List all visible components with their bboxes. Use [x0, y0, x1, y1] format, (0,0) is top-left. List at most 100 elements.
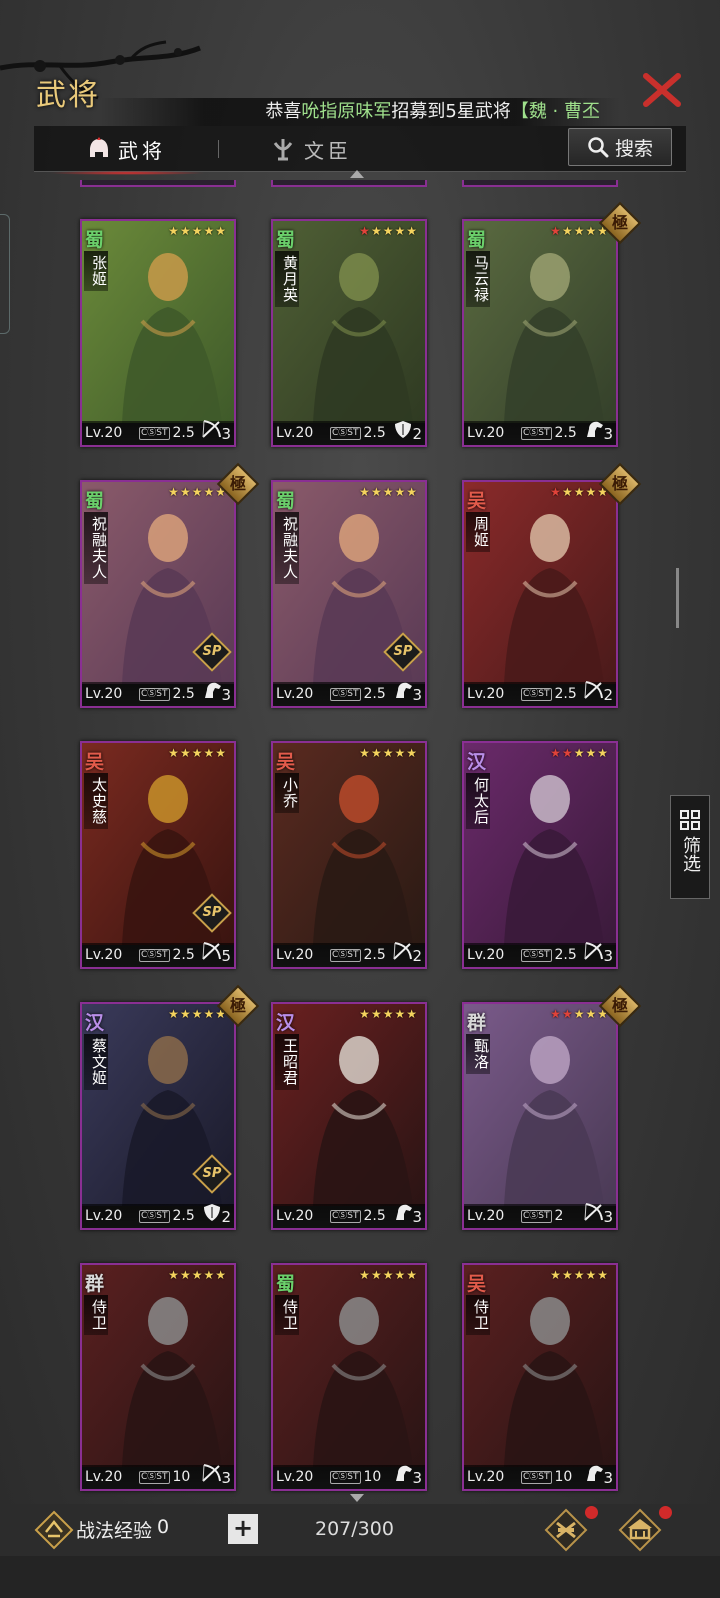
troop-type: 3	[392, 1463, 422, 1487]
star-rating: ★ ★ ★ ★ ★	[359, 225, 417, 237]
star-icon: ★	[179, 1268, 191, 1282]
general-card[interactable]: 吴 太史慈 ★ ★ ★ ★ ★ Lv.20 CⓈST 2.5 5 SP	[80, 741, 236, 969]
troop-count: 3	[412, 1469, 422, 1487]
tactic-exp-value: 0	[157, 1516, 170, 1538]
star-icon: ★	[561, 224, 573, 238]
general-card[interactable]: 吴 周姬 ★ ★ ★ ★ ★ Lv.20 CⓈST 2.5 2	[462, 480, 618, 708]
barracks-button[interactable]	[618, 1508, 662, 1552]
star-icon: ★	[168, 485, 179, 499]
general-name: 祝融夫人	[275, 512, 299, 584]
bow-icon	[392, 941, 414, 965]
horse-icon	[392, 1202, 414, 1226]
level-label: Lv.20	[276, 686, 314, 702]
troop-count: 3	[603, 947, 613, 965]
grid-icon	[680, 810, 700, 830]
cost-label: CⓈST	[521, 426, 552, 440]
general-card[interactable]: 吴 侍卫 ★ ★ ★ ★ ★ Lv.20 CⓈST 10 3	[462, 1263, 618, 1491]
faction-label: 蜀	[85, 229, 105, 251]
partial-card[interactable]	[271, 180, 427, 187]
general-card[interactable]: 蜀 马云禄 ★ ★ ★ ★ ★ Lv.20 CⓈST 2.5 3	[462, 219, 618, 447]
scholar-icon	[273, 139, 293, 161]
cost-value: 2.5	[172, 686, 195, 702]
notice-bracket: 【	[510, 101, 529, 122]
troop-count: 2	[221, 1208, 231, 1226]
troop-type: 3	[583, 1202, 613, 1226]
troop-count: 3	[221, 1469, 231, 1487]
star-icon: ★	[168, 224, 179, 238]
left-edge-tab[interactable]	[0, 214, 10, 334]
cost-value: 2.5	[363, 1208, 386, 1224]
cost-value: 10	[172, 1469, 191, 1485]
search-button[interactable]: 搜索	[568, 128, 672, 166]
cost-value: 2.5	[363, 686, 386, 702]
troop-type: 3	[392, 680, 422, 704]
tab-ministers[interactable]: 文臣	[270, 126, 352, 172]
star-icon: ★	[179, 224, 191, 238]
star-icon: ★	[203, 1268, 215, 1282]
scrollbar[interactable]	[676, 568, 679, 628]
star-icon: ★	[561, 746, 573, 760]
star-icon: ★	[168, 1007, 179, 1021]
star-rating: ★ ★ ★ ★ ★	[168, 747, 226, 759]
horse-icon	[392, 1463, 414, 1487]
star-icon: ★	[573, 224, 585, 238]
general-card[interactable]: 蜀 黄月英 ★ ★ ★ ★ ★ Lv.20 CⓈST 2.5 2	[271, 219, 427, 447]
general-name: 侍卫	[275, 1295, 299, 1335]
ji-badge: 極	[598, 462, 642, 506]
filter-button[interactable]: 筛选	[670, 795, 710, 899]
partial-card[interactable]	[80, 180, 236, 187]
general-card[interactable]: 汉 王昭君 ★ ★ ★ ★ ★ Lv.20 CⓈST 2.5 3	[271, 1002, 427, 1230]
cost-label: CⓈST	[521, 687, 552, 701]
cost-label: CⓈST	[330, 1209, 361, 1223]
star-icon: ★	[203, 746, 215, 760]
search-icon	[588, 137, 609, 158]
cost-label: CⓈST	[330, 687, 361, 701]
tab-bar: 武将 文臣 搜索	[34, 126, 686, 175]
star-rating: ★ ★ ★ ★ ★	[168, 486, 226, 498]
faction-label: 蜀	[467, 229, 487, 251]
helmet-icon	[90, 137, 108, 157]
troop-type: 3	[583, 419, 613, 443]
general-card[interactable]: 吴 小乔 ★ ★ ★ ★ ★ Lv.20 CⓈST 2.5 2	[271, 741, 427, 969]
cost-label: CⓈST	[139, 1209, 170, 1223]
level-label: Lv.20	[85, 947, 123, 963]
general-card[interactable]: 蜀 祝融夫人 ★ ★ ★ ★ ★ Lv.20 CⓈST 2.5 3 SP	[271, 480, 427, 708]
general-card[interactable]: 蜀 祝融夫人 ★ ★ ★ ★ ★ Lv.20 CⓈST 2.5 3 SP	[80, 480, 236, 708]
general-name: 张姬	[84, 251, 108, 291]
general-card[interactable]: 汉 何太后 ★ ★ ★ ★ ★ Lv.20 CⓈST 2.5 3	[462, 741, 618, 969]
star-icon: ★	[370, 746, 382, 760]
scroll-up-indicator	[350, 170, 364, 178]
tactic-exp-label: 战法经验	[76, 1520, 153, 1542]
general-name: 王昭君	[275, 1034, 299, 1090]
cost-value: 10	[554, 1469, 573, 1485]
level-label: Lv.20	[467, 947, 505, 963]
general-card[interactable]: 蜀 侍卫 ★ ★ ★ ★ ★ Lv.20 CⓈST 10 3	[271, 1263, 427, 1491]
close-button[interactable]	[642, 70, 682, 110]
star-icon: ★	[203, 1007, 215, 1021]
general-name: 侍卫	[84, 1295, 108, 1335]
level-label: Lv.20	[467, 686, 505, 702]
star-icon: ★	[573, 746, 585, 760]
star-icon: ★	[370, 224, 382, 238]
partial-card[interactable]	[462, 180, 618, 187]
troop-count: 3	[412, 1208, 422, 1226]
tactics-button[interactable]	[544, 1508, 588, 1552]
star-icon: ★	[359, 1268, 370, 1282]
level-label: Lv.20	[85, 1469, 123, 1485]
general-card[interactable]: 蜀 张姬 ★ ★ ★ ★ ★ Lv.20 CⓈST 2.5 3	[80, 219, 236, 447]
troop-count: 2	[603, 686, 613, 704]
troop-count: 3	[603, 425, 613, 443]
faction-label: 吴	[467, 1273, 487, 1295]
shield-icon	[392, 419, 414, 443]
general-card[interactable]: 群 侍卫 ★ ★ ★ ★ ★ Lv.20 CⓈST 10 3	[80, 1263, 236, 1491]
general-card[interactable]: 群 甄洛 ★ ★ ★ ★ ★ Lv.20 CⓈST 2 3	[462, 1002, 618, 1230]
general-card[interactable]: 汉 蔡文姬 ★ ★ ★ ★ ★ Lv.20 CⓈST 2.5 2 SP	[80, 1002, 236, 1230]
tab-generals[interactable]: 武将	[48, 126, 206, 175]
search-label: 搜索	[614, 137, 653, 160]
star-icon: ★	[215, 1268, 226, 1282]
star-icon: ★	[191, 1268, 203, 1282]
notification-dot	[585, 1506, 598, 1519]
add-exp-button[interactable]: +	[228, 1514, 258, 1544]
bow-icon	[583, 1202, 605, 1226]
cost-label: CⓈST	[521, 1209, 552, 1223]
